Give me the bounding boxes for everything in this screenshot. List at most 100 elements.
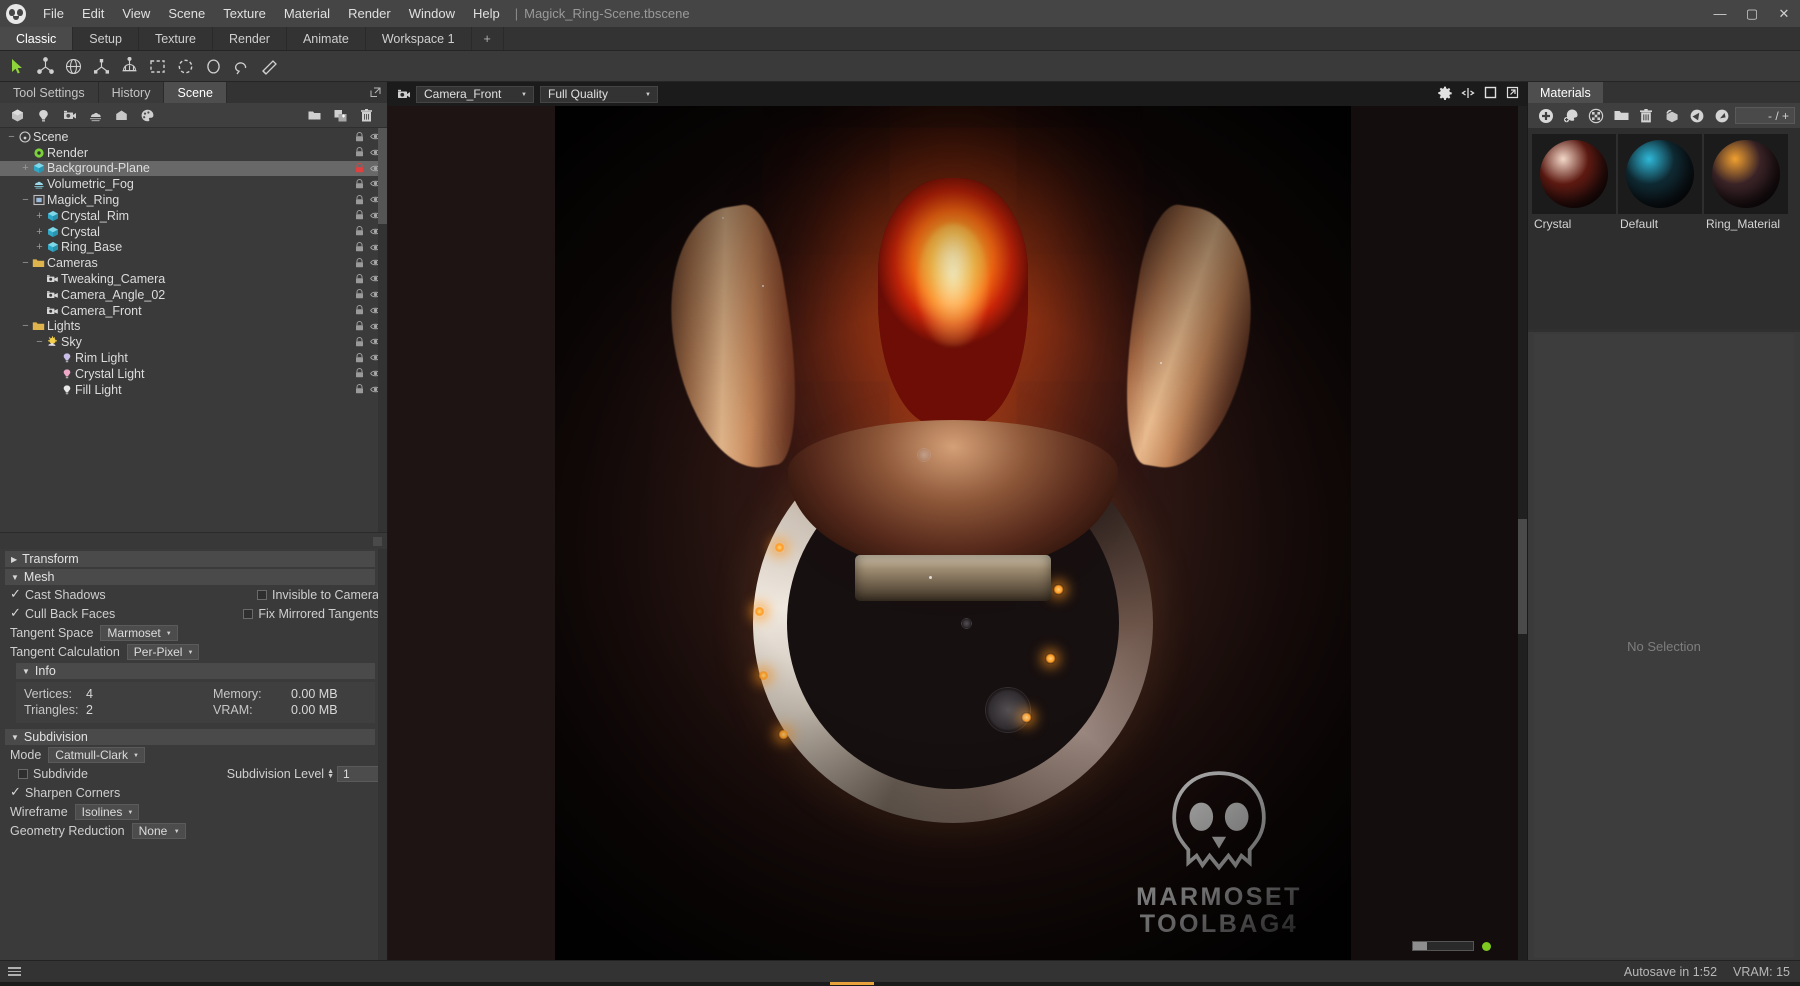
rotate-tool-icon[interactable] <box>60 53 87 80</box>
menu-edit[interactable]: Edit <box>73 2 113 25</box>
lock-icon[interactable] <box>354 163 365 174</box>
rendered-3d-scene[interactable]: MARMOSET TOOLBAG4 <box>555 106 1351 960</box>
menu-window[interactable]: Window <box>400 2 464 25</box>
outliner-item-cameras[interactable]: −Cameras <box>0 255 387 271</box>
outliner-twisty[interactable]: − <box>20 257 31 269</box>
outliner-item-crystal[interactable]: +Crystal <box>0 224 387 240</box>
lock-icon[interactable] <box>354 336 365 347</box>
tab-tool-settings[interactable]: Tool Settings <box>0 82 99 103</box>
lock-icon[interactable] <box>354 273 365 284</box>
sharpen-corners-checkbox[interactable] <box>10 788 20 798</box>
tab-materials[interactable]: Materials <box>1528 82 1603 103</box>
maximize-button[interactable]: ▢ <box>1736 0 1768 27</box>
workspace-tab-classic[interactable]: Classic <box>0 27 73 50</box>
hamburger-menu-icon[interactable] <box>8 967 21 976</box>
fix-mirrored-tangents-checkbox[interactable] <box>243 609 253 619</box>
workspace-tab-setup[interactable]: Setup <box>73 27 139 50</box>
material-thumbnail[interactable] <box>1618 134 1702 214</box>
workspace-add-tab-button[interactable]: + <box>472 27 504 50</box>
lock-icon[interactable] <box>354 194 365 205</box>
outliner-twisty[interactable]: + <box>20 162 31 174</box>
paint-select-tool-icon[interactable] <box>256 53 283 80</box>
add-light-icon[interactable] <box>32 105 55 126</box>
lock-icon[interactable] <box>354 242 365 253</box>
properties-scrollbar[interactable] <box>378 549 387 960</box>
outliner-item-crystal-rim[interactable]: +Crystal_Rim <box>0 208 387 224</box>
tangent-calculation-dropdown[interactable]: Per-Pixel <box>127 644 200 660</box>
lock-icon[interactable] <box>354 368 365 379</box>
lock-icon[interactable] <box>354 178 365 189</box>
outliner-item-volumetric-fog[interactable]: Volumetric_Fog <box>0 176 387 192</box>
outliner-twisty[interactable]: − <box>20 320 31 332</box>
panel-splitter[interactable] <box>0 533 387 549</box>
outliner-twisty[interactable]: − <box>20 194 31 206</box>
outliner-item-camera-front[interactable]: Camera_Front <box>0 303 387 319</box>
marquee-select-tool-icon[interactable] <box>144 53 171 80</box>
viewport-scroll-thumb[interactable] <box>1518 519 1527 634</box>
section-info[interactable]: ▼ Info <box>16 663 375 679</box>
viewport-stage[interactable]: MARMOSET TOOLBAG4 <box>388 106 1527 960</box>
delete-icon[interactable] <box>1634 105 1659 127</box>
lock-icon[interactable] <box>354 321 365 332</box>
subdivision-mode-dropdown[interactable]: Catmull-Clark <box>48 747 145 763</box>
outliner-item-camera-angle-02[interactable]: Camera_Angle_02 <box>0 287 387 303</box>
new-folder-icon[interactable] <box>303 105 326 126</box>
lock-icon[interactable] <box>354 352 365 363</box>
cast-shadows-checkbox[interactable] <box>10 590 20 600</box>
tab-history[interactable]: History <box>99 82 165 103</box>
move-tool-icon[interactable] <box>32 53 59 80</box>
section-subdivision[interactable]: ▼ Subdivision <box>5 729 375 745</box>
outliner-scrollbar[interactable] <box>378 128 387 532</box>
outliner-item-sky[interactable]: −Sky <box>0 334 387 350</box>
workspace-tab-workspace-1[interactable]: Workspace 1 <box>366 27 472 50</box>
outliner-twisty[interactable]: − <box>6 131 17 143</box>
lock-icon[interactable] <box>354 289 365 300</box>
wireframe-dropdown[interactable]: Isolines <box>75 804 140 820</box>
add-camera-icon[interactable] <box>58 105 81 126</box>
panel-popout-icon[interactable] <box>368 85 382 99</box>
search-icon[interactable] <box>1709 105 1734 127</box>
outliner-twisty[interactable]: − <box>34 336 45 348</box>
refresh-icon[interactable] <box>1684 105 1709 127</box>
section-transform[interactable]: ▶ Transform <box>5 551 375 567</box>
lasso-select-tool-icon[interactable] <box>228 53 255 80</box>
subdivide-checkbox[interactable] <box>18 769 28 779</box>
transform-tool-icon[interactable] <box>116 53 143 80</box>
ellipse-select-tool-icon[interactable] <box>200 53 227 80</box>
lock-icon[interactable] <box>354 384 365 395</box>
outliner-item-lights[interactable]: −Lights <box>0 319 387 335</box>
viewport-popout-icon[interactable] <box>1506 86 1519 102</box>
viewport-scrollbar[interactable] <box>1518 106 1527 960</box>
menu-file[interactable]: File <box>34 2 73 25</box>
material-cell[interactable]: Crystal <box>1532 134 1616 231</box>
material-cell[interactable]: Default <box>1618 134 1702 231</box>
workspace-tab-render[interactable]: Render <box>213 27 287 50</box>
select-arrow-tool-icon[interactable] <box>4 53 31 80</box>
lock-icon[interactable] <box>354 147 365 158</box>
invisible-to-camera-checkbox[interactable] <box>257 590 267 600</box>
add-fog-icon[interactable] <box>84 105 107 126</box>
outliner-scroll-thumb[interactable] <box>378 128 387 224</box>
menu-view[interactable]: View <box>113 2 159 25</box>
add-material-icon[interactable] <box>136 105 159 126</box>
cull-back-faces-checkbox[interactable] <box>10 609 20 619</box>
outliner-item-render[interactable]: Render <box>0 145 387 161</box>
outliner-item-fill-light[interactable]: Fill Light <box>0 382 387 398</box>
lock-icon[interactable] <box>354 305 365 316</box>
delete-icon[interactable] <box>355 105 378 126</box>
viewport-frame-icon[interactable] <box>1484 86 1497 102</box>
scale-tool-icon[interactable] <box>88 53 115 80</box>
outliner-twisty[interactable]: + <box>34 241 45 253</box>
workspace-tab-texture[interactable]: Texture <box>139 27 213 50</box>
outliner-item-tweaking-camera[interactable]: Tweaking_Camera <box>0 271 387 287</box>
viewport-quality-dropdown[interactable]: Full Quality <box>540 86 658 103</box>
subdivision-level-stepper[interactable]: ▲▼ <box>327 769 334 779</box>
checker-icon[interactable] <box>1583 105 1608 127</box>
menu-material[interactable]: Material <box>275 2 339 25</box>
menu-render[interactable]: Render <box>339 2 400 25</box>
tab-scene[interactable]: Scene <box>164 82 226 103</box>
outliner-item-background-plane[interactable]: +Background-Plane <box>0 161 387 177</box>
menu-texture[interactable]: Texture <box>214 2 275 25</box>
outliner-item-magick-ring[interactable]: −Magick_Ring <box>0 192 387 208</box>
pick-material-icon[interactable] <box>1659 105 1684 127</box>
